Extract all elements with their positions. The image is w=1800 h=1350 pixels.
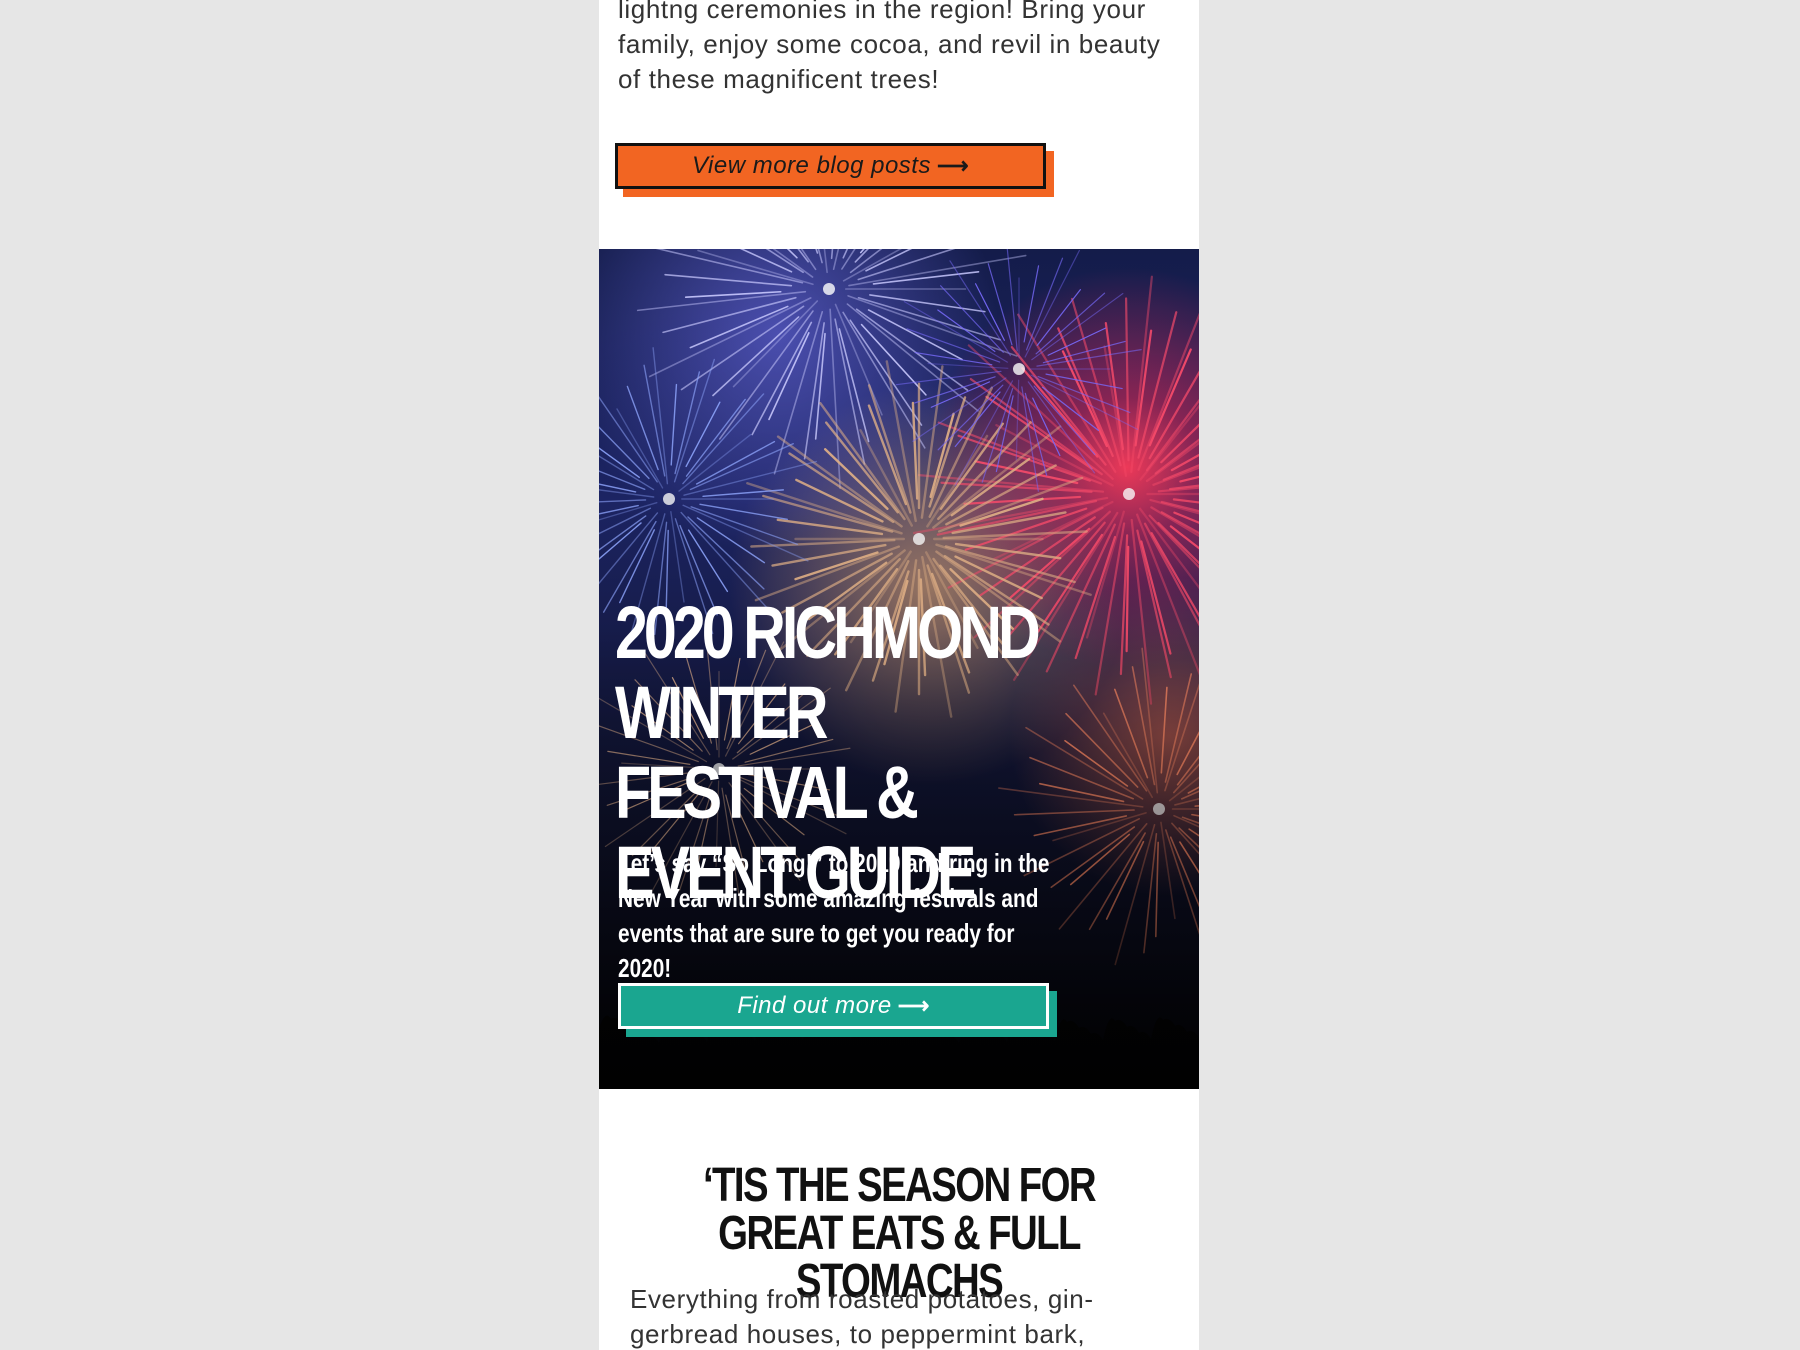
button-label: Find out more: [737, 992, 892, 1019]
hero-banner[interactable]: 2020 Richmond Winter Festival & Event Gu…: [599, 249, 1199, 1089]
section-paragraph: Everything from roasted potatoes, gin- g…: [630, 1284, 1094, 1349]
intro-paragraph: lightng ceremonies in the region! Bring …: [618, 0, 1161, 94]
view-more-blog-posts-button[interactable]: View more blog posts ⟶: [615, 143, 1054, 197]
find-out-more-button[interactable]: Find out more ⟶: [618, 983, 1057, 1037]
email-content-column: lightng ceremonies in the region! Bring …: [599, 0, 1199, 1350]
arrow-right-icon: ⟶: [936, 153, 970, 178]
arrow-right-icon: ⟶: [897, 993, 930, 1018]
button-label: View more blog posts: [691, 152, 931, 179]
hero-description: Let’s say “So Long!” to 2019 and ring in…: [618, 848, 1050, 983]
button-face[interactable]: Find out more ⟶: [618, 983, 1049, 1029]
button-face[interactable]: View more blog posts ⟶: [615, 143, 1046, 189]
